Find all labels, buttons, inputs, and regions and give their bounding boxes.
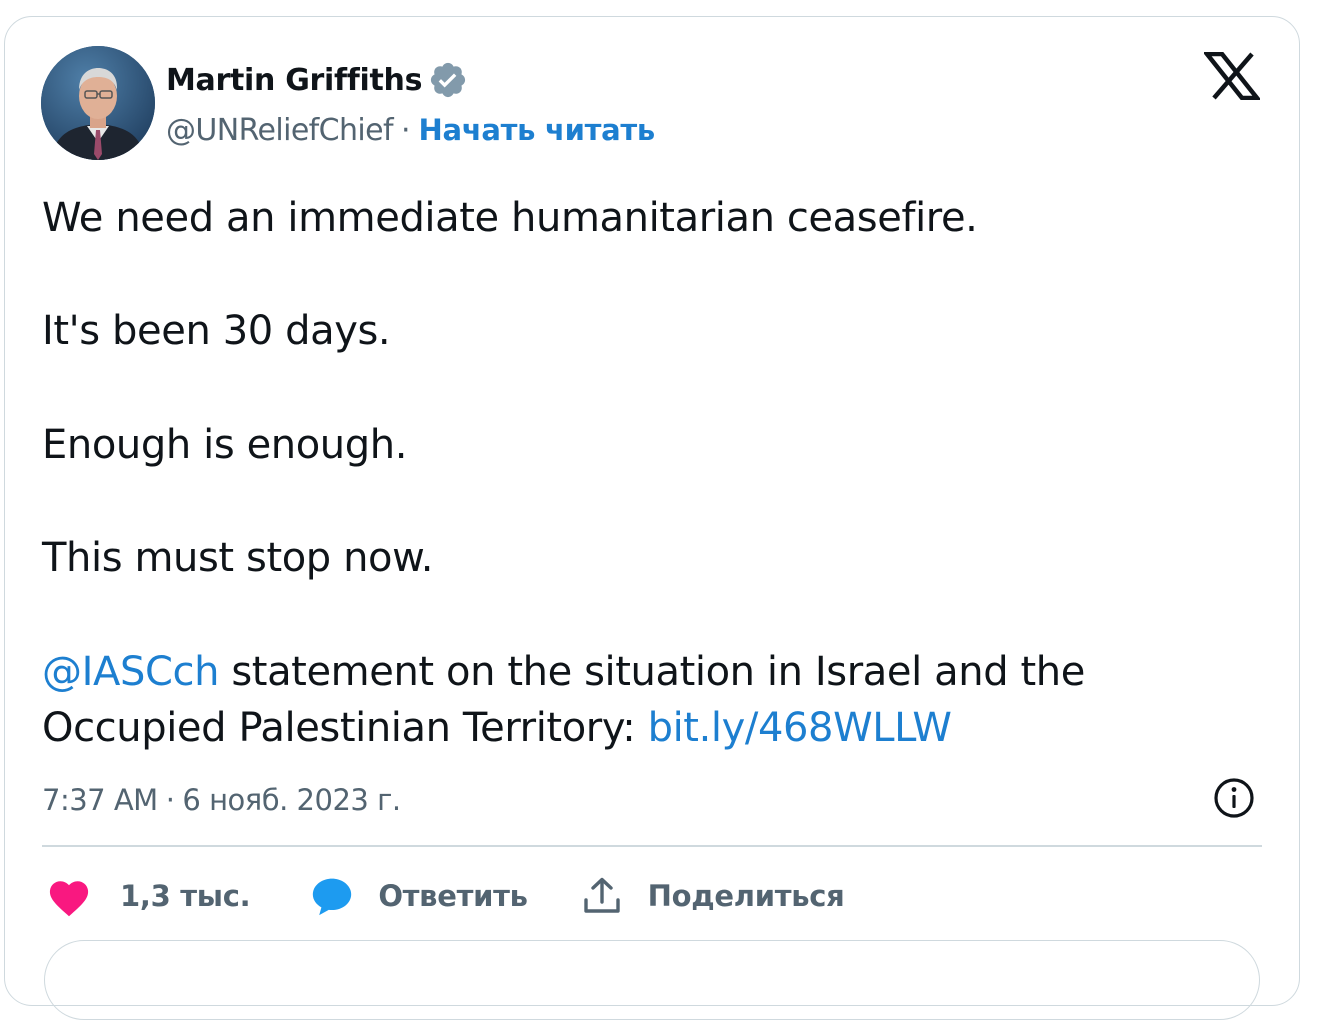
follow-link[interactable]: Начать читать (419, 113, 656, 147)
x-logo-icon[interactable] (1202, 51, 1262, 101)
tweet-line: @IASCch statement on the situation in Is… (42, 644, 1262, 701)
tweet-line: It's been 30 days. (42, 308, 391, 355)
tweet-date: 6 нояб. 2023 г. (182, 783, 401, 817)
action-bar: 1,3 тыс. Ответить Поделиться (46, 868, 845, 924)
tweet-line: We need an immediate humanitarian ceasef… (42, 195, 978, 241)
heart-icon (49, 881, 89, 917)
info-icon[interactable] (1212, 776, 1256, 820)
tweet-text: We need an immediate humanitarian ceasef… (42, 190, 1262, 757)
share-icon (583, 877, 620, 913)
statement-text: Occupied Palestinian Territory: (42, 705, 648, 752)
tweet-time: 7:37 AM (42, 783, 158, 817)
author-name-row: Martin Griffiths (166, 58, 468, 102)
author-handle[interactable]: @UNReliefChief (166, 113, 394, 148)
mention-link[interactable]: @IASCch (42, 649, 219, 695)
reply-button[interactable]: Ответить (310, 875, 528, 917)
tweet-line: Enough is enough. (42, 421, 408, 468)
like-count: 1,3 тыс. (120, 879, 251, 913)
statement-text: statement on the situation in Israel and… (219, 648, 1085, 695)
tweet-line: Occupied Palestinian Territory: bit.ly/4… (42, 700, 1262, 757)
separator-dot: · (165, 783, 175, 817)
author-name[interactable]: Martin Griffiths (166, 63, 422, 98)
divider (42, 845, 1262, 847)
tweet-timestamp[interactable]: 7:37 AM · 6 нояб. 2023 г. (42, 778, 401, 822)
separator-dot: · (400, 112, 411, 148)
share-button[interactable]: Поделиться (582, 876, 845, 916)
reply-bubble-icon (313, 878, 352, 916)
avatar[interactable] (41, 46, 155, 160)
share-label: Поделиться (647, 879, 845, 913)
author-handle-row: @UNReliefChief · Начать читать (166, 110, 655, 150)
like-button[interactable]: 1,3 тыс. (46, 875, 251, 917)
reply-label: Ответить (378, 879, 528, 913)
verified-badge-icon (428, 60, 468, 100)
short-link[interactable]: bit.ly/468WLLW (648, 705, 952, 751)
read-replies-button[interactable] (44, 940, 1260, 1020)
tweet-line: This must stop now. (42, 535, 434, 582)
